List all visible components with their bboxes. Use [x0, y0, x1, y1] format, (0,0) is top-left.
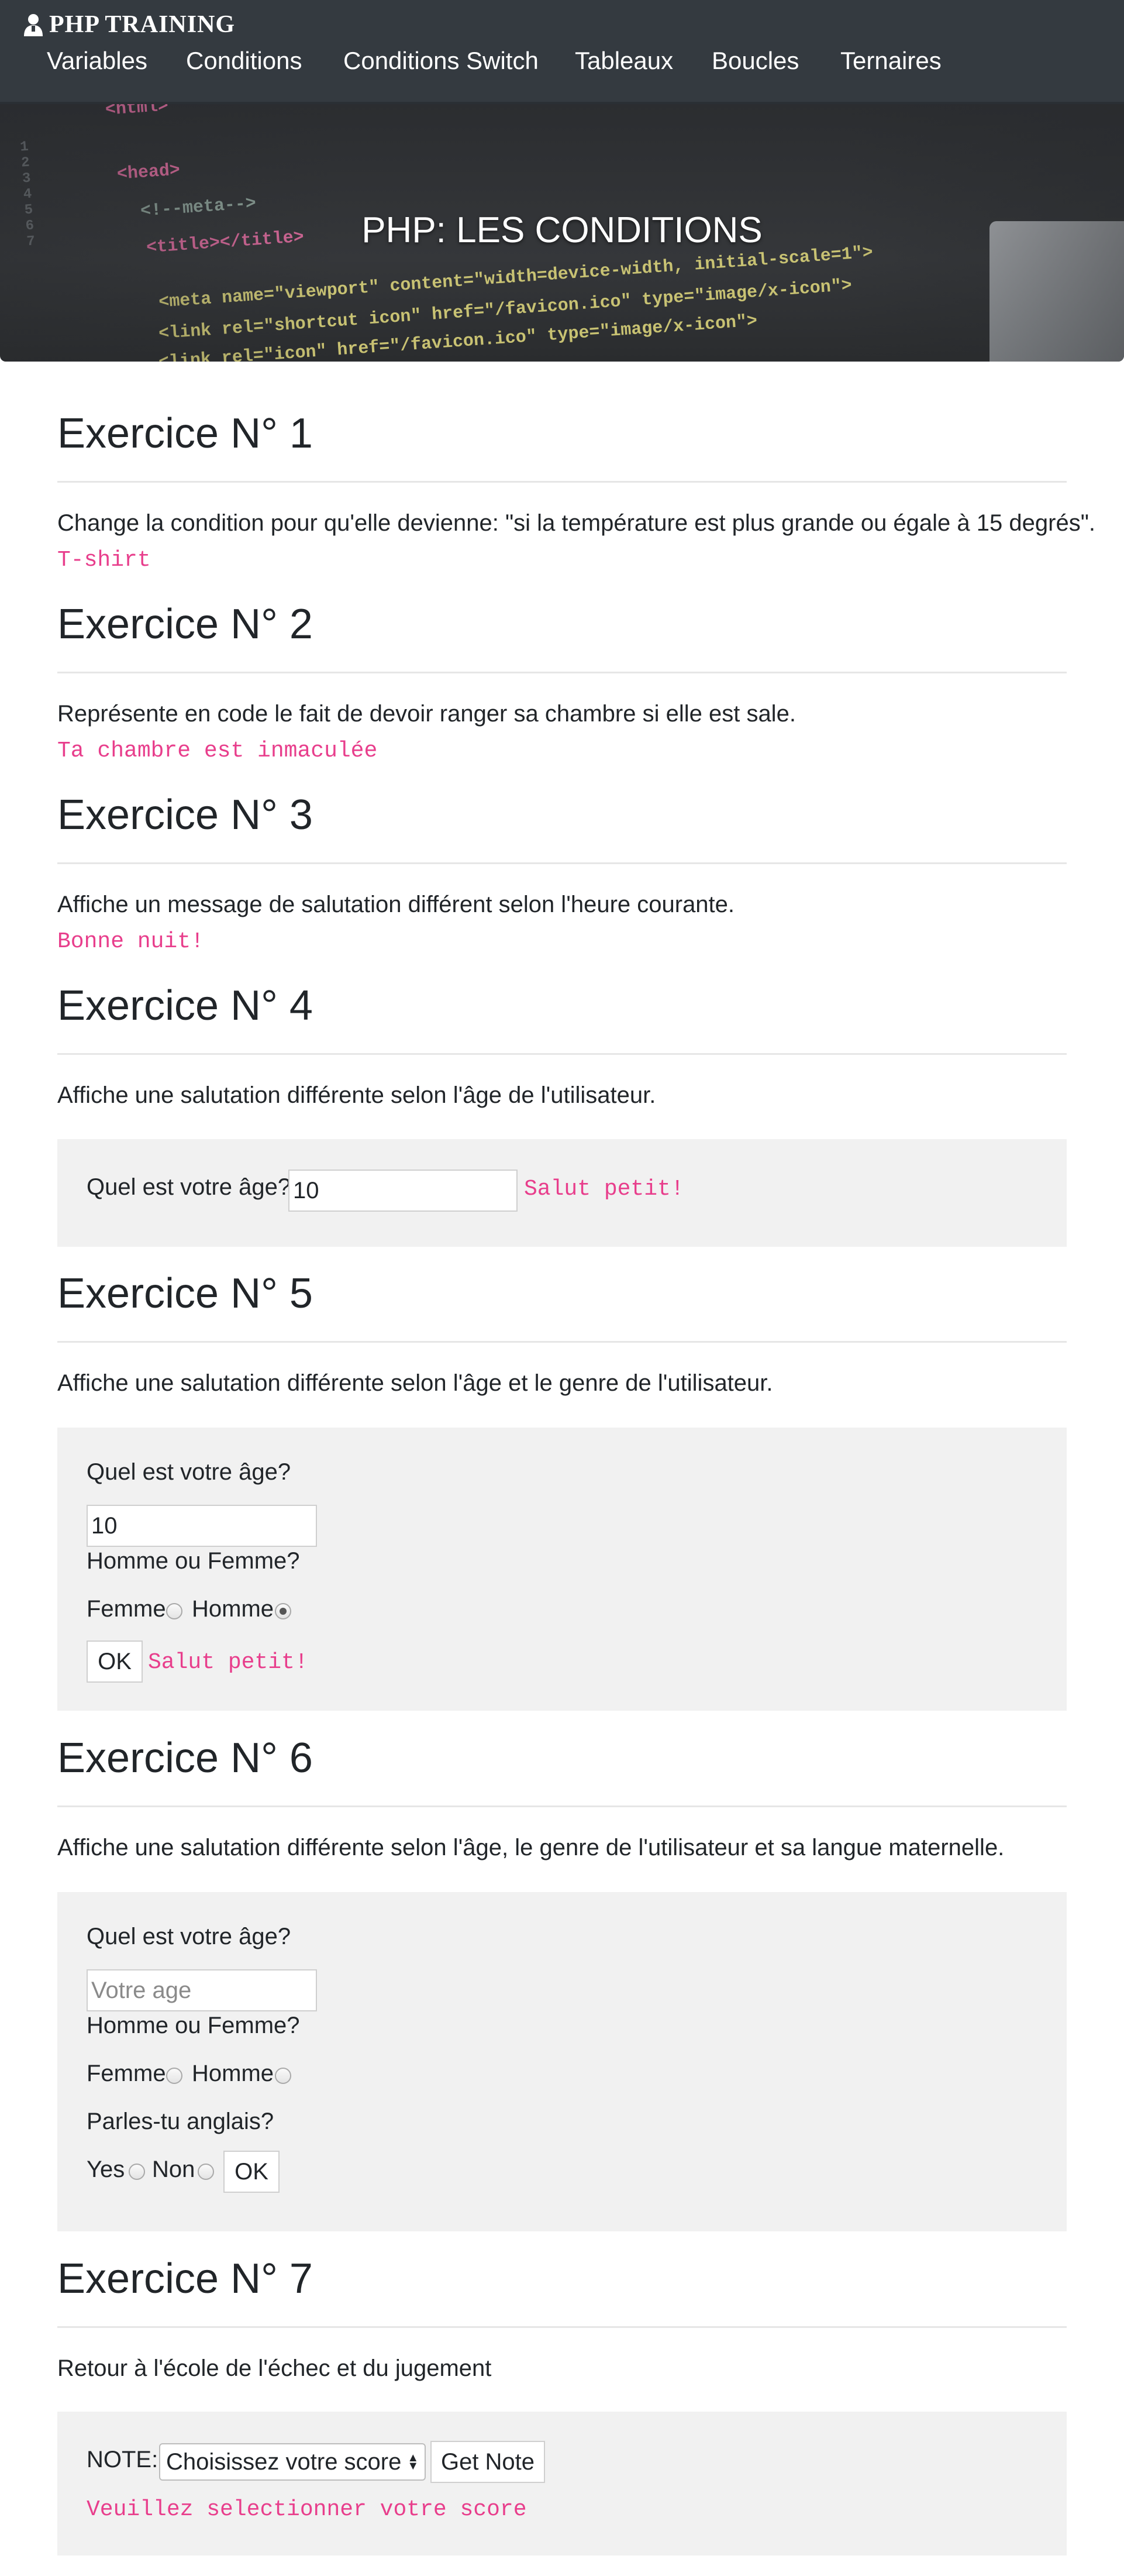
english-label: Parles-tu anglais? — [87, 2109, 274, 2134]
exercise-4-output: Salut petit! — [524, 1177, 684, 1202]
exercise-1-title: Exercice N° 1 — [57, 410, 313, 457]
divider — [57, 862, 1067, 864]
user-icon — [24, 14, 43, 36]
nav-item-tableaux[interactable]: Tableaux — [575, 47, 673, 75]
yes-label: Yes — [87, 2157, 125, 2182]
divider — [57, 1341, 1067, 1343]
gender-label: Homme ou Femme? — [87, 2013, 300, 2038]
exercise-5-title: Exercice N° 5 — [57, 1270, 313, 1317]
exercise-7-output: Veuillez selectionner votre score — [87, 2497, 527, 2522]
exercise-4-title: Exercice N° 4 — [57, 982, 313, 1029]
age-input[interactable] — [288, 1170, 518, 1212]
divider — [57, 672, 1067, 673]
age-input[interactable] — [87, 1969, 317, 2011]
brand-title: PHP TRAINING — [49, 11, 236, 38]
divider — [57, 481, 1067, 483]
page-title: PHP: LES CONDITIONS — [361, 210, 763, 250]
ok-button[interactable]: OK — [87, 1640, 143, 1683]
hero-banner: <html> <head> <!--meta--> <title></title… — [0, 104, 1124, 362]
female-radio[interactable] — [166, 1603, 182, 1619]
exercise-5-description: Affiche une salutation différente selon … — [57, 1370, 773, 1396]
navbar: PHP TRAINING Variables Conditions Condit… — [0, 0, 1124, 104]
divider — [57, 2326, 1067, 2328]
nav-item-ternaires[interactable]: Ternaires — [840, 47, 942, 75]
exercise-4-form: Quel est votre âge? Salut petit! — [57, 1139, 1067, 1247]
brand[interactable]: PHP TRAINING — [23, 8, 235, 41]
yes-radio[interactable] — [129, 2164, 145, 2180]
exercise-3-output: Bonne nuit! — [57, 929, 204, 954]
age-input[interactable] — [87, 1505, 317, 1547]
male-label: Homme — [192, 1596, 274, 1622]
male-radio[interactable] — [275, 2068, 291, 2084]
ok-button[interactable]: OK — [223, 2151, 280, 2193]
female-radio[interactable] — [166, 2068, 182, 2084]
exercise-2-description: Représente en code le fait de devoir ran… — [57, 701, 796, 727]
select-arrows-icon: ▲ ▼ — [407, 2451, 419, 2472]
exercise-3-description: Affiche un message de salutation différe… — [57, 892, 735, 917]
no-radio[interactable] — [198, 2164, 214, 2180]
exercise-3-title: Exercice N° 3 — [57, 792, 313, 838]
divider — [57, 1805, 1067, 1807]
exercise-2-title: Exercice N° 2 — [57, 601, 313, 648]
exercise-5-output: Salut petit! — [148, 1650, 308, 1675]
exercise-7-form: NOTE: Choisissez votre score ▲ ▼ Get Note… — [57, 2412, 1067, 2556]
exercise-1-output: T-shirt — [57, 548, 151, 573]
exercise-2-output: Ta chambre est inmaculée — [57, 738, 378, 763]
age-label: Quel est votre âge? — [87, 1924, 291, 1949]
nav-item-conditions[interactable]: Conditions — [186, 47, 302, 75]
divider — [57, 1053, 1067, 1055]
exercise-6-description: Affiche une salutation différente selon … — [57, 1835, 1005, 1860]
nav-item-conditions-switch[interactable]: Conditions Switch — [343, 47, 539, 75]
exercise-1-description: Change la condition pour qu'elle devienn… — [57, 510, 1095, 536]
exercise-5-form: Quel est votre âge? Homme ou Femme? Femm… — [57, 1428, 1067, 1711]
female-label: Femme — [87, 2061, 166, 2086]
female-label: Femme — [87, 1596, 166, 1622]
exercise-7-title: Exercice N° 7 — [57, 2255, 313, 2302]
exercise-6-title: Exercice N° 6 — [57, 1735, 313, 1781]
gender-label: Homme ou Femme? — [87, 1548, 300, 1574]
male-label: Homme — [192, 2061, 274, 2086]
nav-item-variables[interactable]: Variables — [47, 47, 147, 75]
note-label: NOTE: — [87, 2447, 158, 2472]
male-radio[interactable] — [275, 1603, 291, 1619]
exercise-4-description: Affiche une salutation différente selon … — [57, 1082, 656, 1108]
no-label: Non — [152, 2157, 195, 2182]
get-note-button[interactable]: Get Note — [430, 2441, 545, 2483]
exercise-7-description: Retour à l'école de l'échec et du jugeme… — [57, 2355, 492, 2381]
exercise-6-form: Quel est votre âge? Homme ou Femme? Femm… — [57, 1892, 1067, 2231]
age-label: Quel est votre âge? — [87, 1174, 291, 1200]
age-label: Quel est votre âge? — [87, 1459, 291, 1485]
nav-item-boucles[interactable]: Boucles — [712, 47, 799, 75]
score-select-value: Choisissez votre score — [166, 2448, 402, 2475]
score-select[interactable]: Choisissez votre score ▲ ▼ — [159, 2443, 426, 2481]
